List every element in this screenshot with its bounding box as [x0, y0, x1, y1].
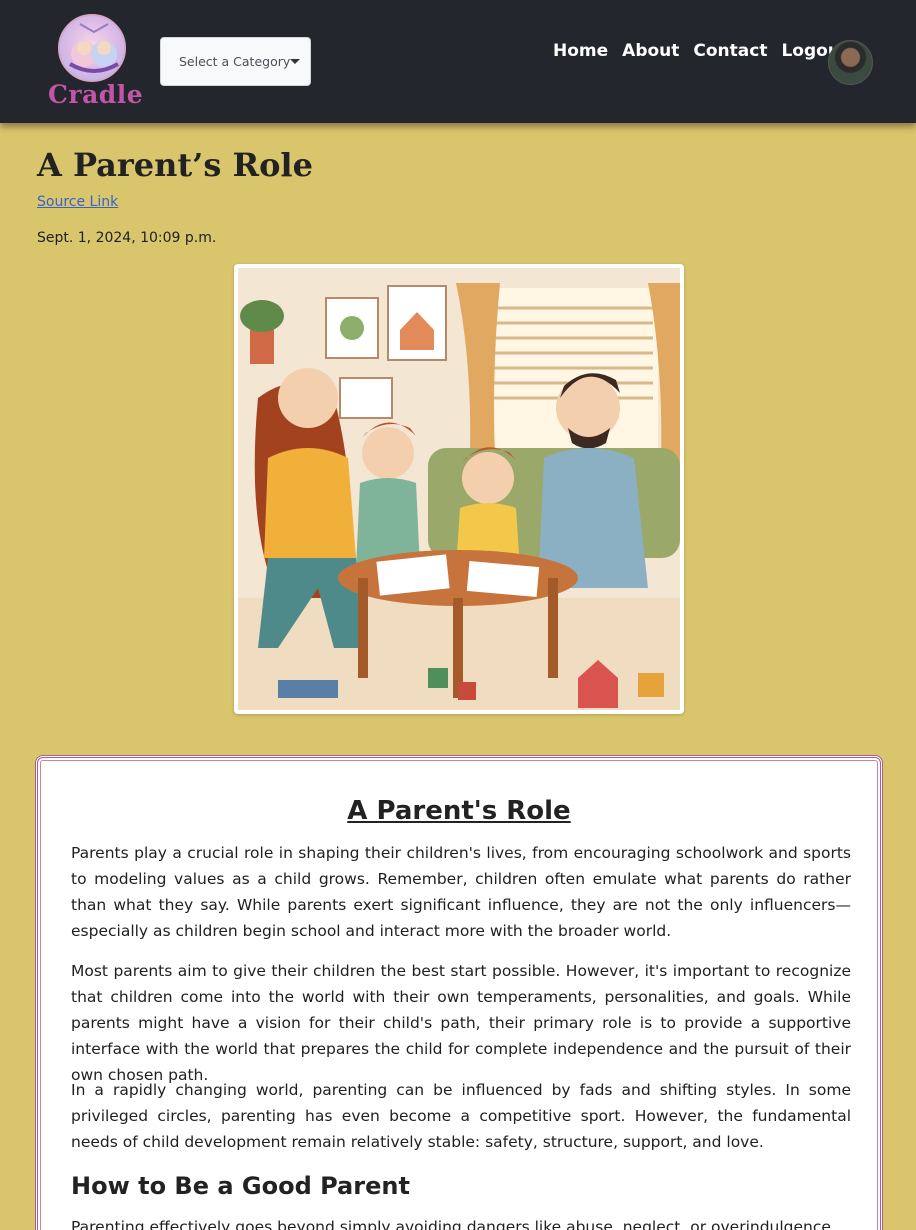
- post-title: A Parent’s Role: [37, 146, 313, 184]
- source-link[interactable]: Source Link: [37, 194, 118, 210]
- article-title: A Parent's Role: [347, 796, 571, 826]
- cradle-logo[interactable]: Cradle: [48, 12, 144, 112]
- chevron-down-icon: [290, 59, 300, 64]
- article-paragraph: In a rapidly changing world, parenting c…: [71, 1081, 851, 1151]
- logo-emblem-icon: [58, 14, 126, 82]
- nav-contact-link[interactable]: Contact: [693, 41, 767, 67]
- user-avatar[interactable]: [828, 40, 873, 85]
- category-select[interactable]: Select a Category: [160, 37, 311, 86]
- nav-about-link[interactable]: About: [622, 41, 679, 67]
- category-select-value: Select a Category: [179, 54, 291, 69]
- nav-links: Home About Contact Logout: [553, 41, 848, 67]
- navbar: Cradle Select a Category Home About Cont…: [0, 0, 916, 123]
- family-illustration: [238, 268, 680, 710]
- article-paragraph: Most parents aim to give their children …: [71, 962, 851, 1084]
- post-hero-image: [234, 264, 684, 714]
- article-subheading: How to Be a Good Parent: [71, 1172, 410, 1200]
- article-paragraph: Parents play a crucial role in shaping t…: [71, 844, 851, 940]
- article-paragraph: Parenting effectively goes beyond simply…: [71, 1218, 836, 1230]
- nav-home-link[interactable]: Home: [553, 41, 608, 67]
- post-date: Sept. 1, 2024, 10:09 p.m.: [37, 230, 217, 246]
- logo-text: Cradle: [48, 80, 144, 109]
- article-card: A Parent's Role Parents play a crucial r…: [35, 755, 883, 1230]
